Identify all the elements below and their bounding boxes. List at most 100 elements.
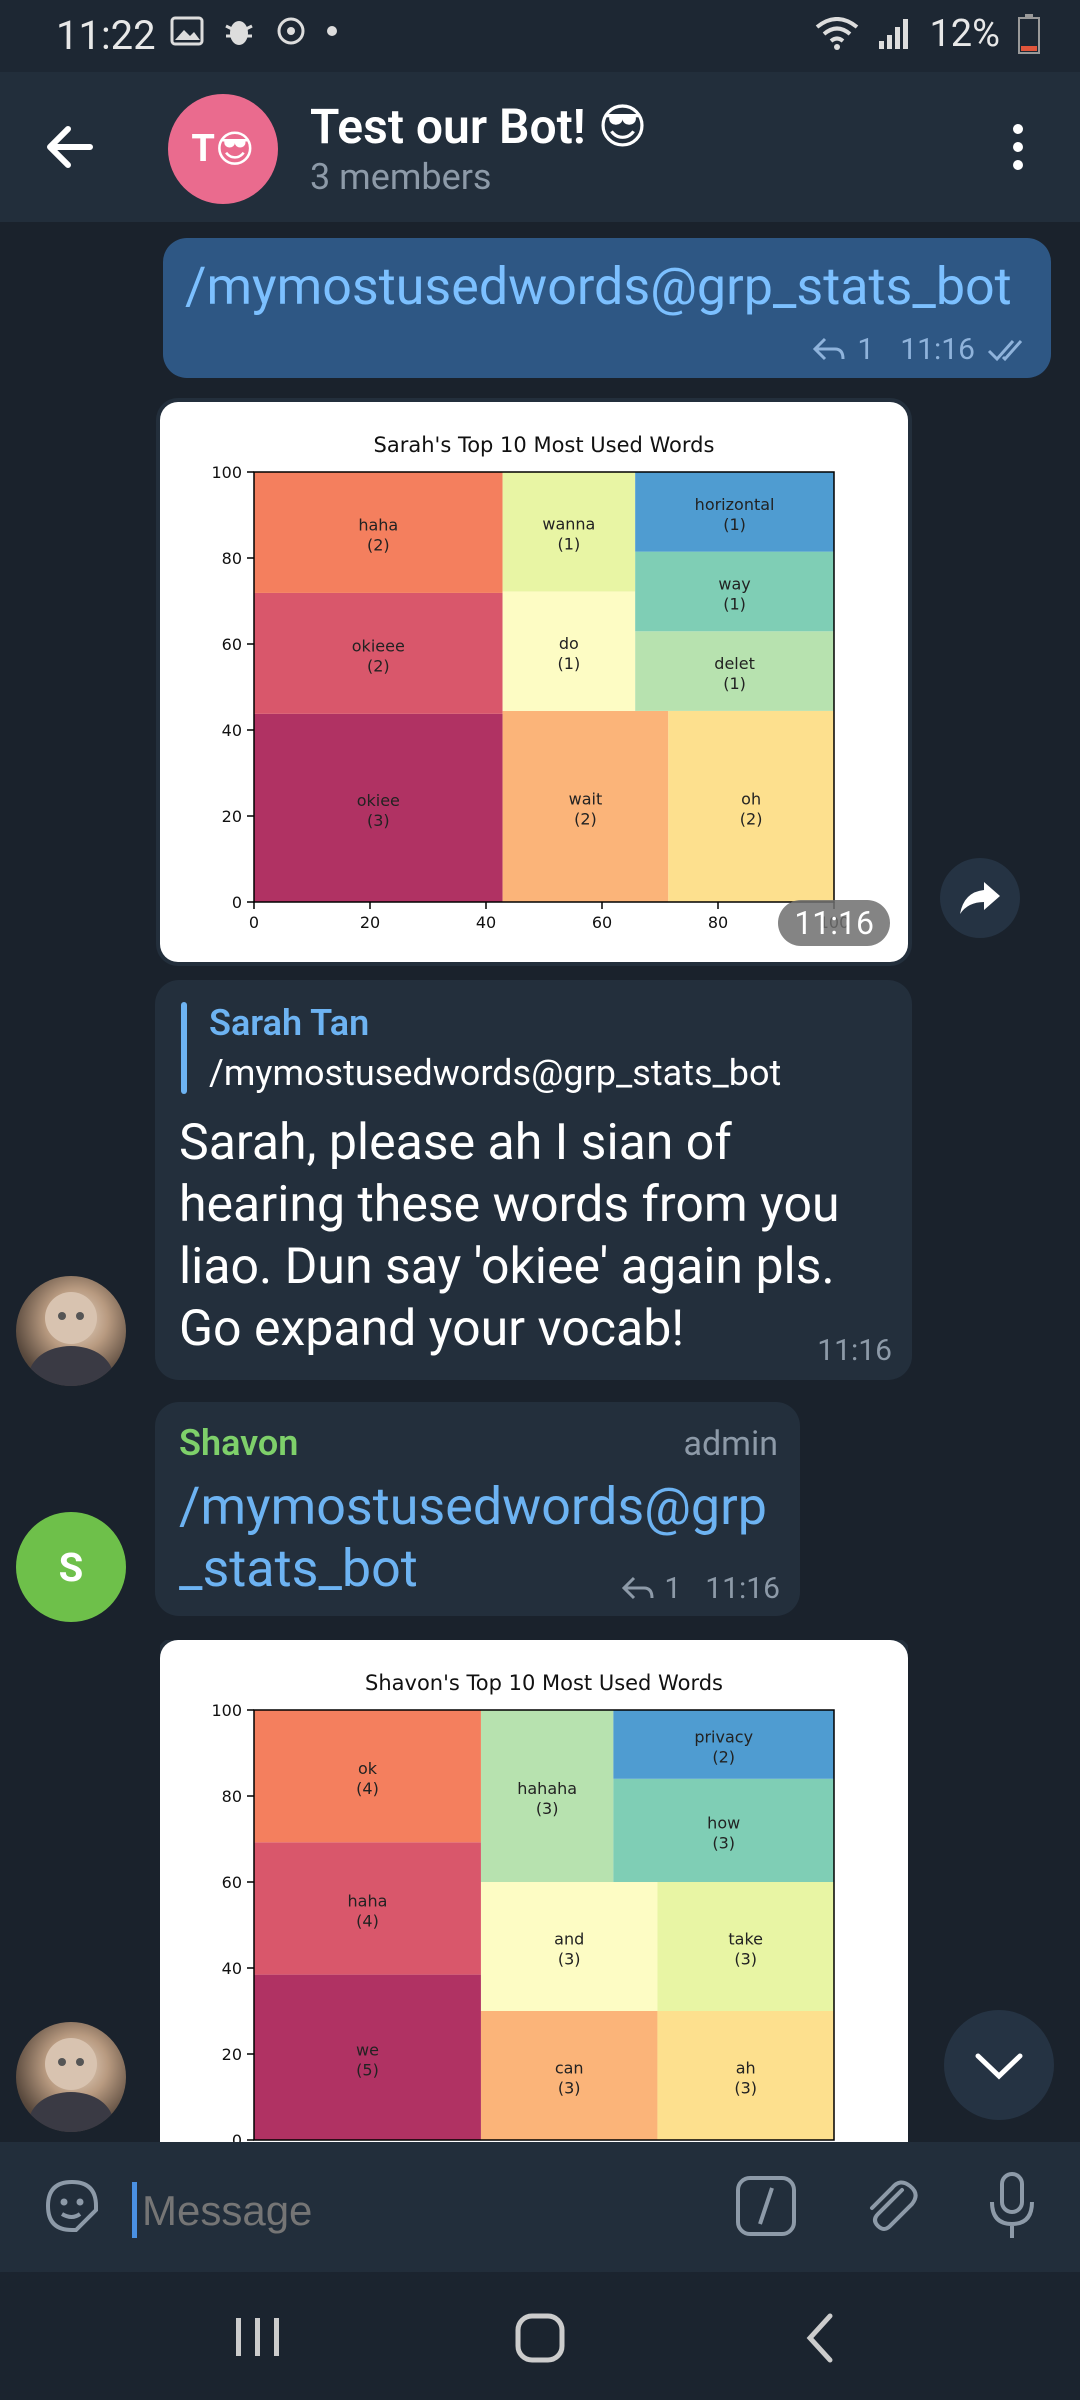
person-photo-icon (29, 1292, 113, 1386)
message-input[interactable] (140, 2172, 684, 2250)
message-outgoing[interactable]: /mymostusedwords@grp_stats_bot 1 11:16 (163, 238, 1051, 378)
sarah-treemap-chart: Sarah's Top 10 Most Used Words okiee(3) ok… (211, 433, 849, 932)
treemap-label-privacy: privacy (694, 1727, 753, 1746)
y-tick-label: 40 (222, 1959, 242, 1978)
sender-avatar-sarah[interactable] (16, 2022, 126, 2132)
treemap-label-horizontal: horizontal (695, 495, 775, 514)
sticker-smile-icon (45, 2179, 98, 2232)
sender-avatar-shavon[interactable]: S (16, 1512, 126, 1622)
treemap-count-okieee: (2) (367, 656, 390, 675)
y-tick-label: 80 (222, 549, 242, 568)
bot-commands-button[interactable] (734, 2174, 798, 2238)
status-time: 11:22 (56, 12, 156, 59)
voice-message-button[interactable] (980, 2170, 1044, 2242)
sync-icon (277, 17, 305, 45)
treemap-label-oh: oh (741, 789, 761, 808)
treemap-count-how: (3) (712, 1833, 735, 1852)
chart-image-message[interactable]: Sarah's Top 10 Most Used Words okiee (3) ok… (160, 402, 908, 962)
treemap-label-haha: haha (348, 1891, 388, 1910)
treemap-label-we: we (356, 2040, 379, 2059)
treemap-count-and: (3) (558, 1950, 581, 1969)
treemap-count-haha: (4) (356, 1911, 379, 1930)
chart-image-message[interactable]: Shavon's Top 10 Most Used Words we (5) haha… (160, 1640, 908, 2142)
arrow-left-icon (47, 126, 93, 168)
chevron-left-icon (806, 2313, 833, 2363)
sunglasses-emoji: 😎 (214, 127, 255, 172)
x-tick-label: 0 (249, 913, 259, 932)
sender-name[interactable]: Shavon (179, 1422, 298, 1464)
sticker-button[interactable] (40, 2174, 104, 2238)
treemap-label-ah: ah (736, 2059, 756, 2078)
back-button[interactable] (40, 117, 100, 177)
reply-count: 1 (664, 1571, 682, 1606)
treemap-label-okieee: okieee (352, 636, 405, 655)
image-icon (170, 16, 204, 46)
treemap-count-do: (1) (558, 654, 581, 673)
treemap-count-we: (5) (356, 2060, 379, 2079)
treemap-count-privacy: (2) (712, 1747, 735, 1766)
avatar-letter: S (58, 1543, 84, 1591)
y-tick-label: 60 (222, 635, 242, 654)
treemap-count-way: (1) (723, 594, 746, 613)
bot-command-link[interactable]: /mymostusedwords@grp_stats_bot (185, 256, 1012, 317)
microphone-icon (990, 2172, 1034, 2238)
message-incoming[interactable]: Sarah Tan /mymostusedwords@grp_stats_bot… (155, 980, 912, 1380)
message-input-bar (0, 2142, 1080, 2272)
treemap-label-wanna: wanna (542, 515, 595, 534)
treemap-label-way: way (718, 574, 750, 593)
chevron-down-icon (975, 2053, 1023, 2080)
treemap-count-okiee: (3) (367, 811, 390, 830)
attach-button[interactable] (858, 2174, 922, 2238)
chart-title: Sarah's Top 10 Most Used Words (374, 433, 715, 457)
treemap-count-oh: (2) (740, 809, 763, 828)
treemap-label-ok: ok (358, 1759, 378, 1778)
image-time-chip: 11:16 (778, 900, 890, 946)
recent-apps-button[interactable] (228, 2312, 288, 2362)
treemap-count-wait: (2) (574, 809, 597, 828)
treemap-count-horizontal: (1) (723, 515, 746, 534)
y-tick-label: 20 (222, 807, 242, 826)
double-check-icon (987, 339, 1023, 361)
reply-count: 1 (857, 332, 875, 367)
treemap-label-how: how (707, 1813, 740, 1832)
reply-icon (813, 337, 845, 360)
y-tick-label: 100 (211, 463, 242, 482)
message-time: 11:16 (705, 1571, 780, 1606)
battery-percent: 12% (929, 12, 1000, 56)
status-right: 12% (815, 12, 1040, 56)
back-nav-button[interactable] (796, 2308, 846, 2368)
y-tick-label: 60 (222, 1873, 242, 1892)
treemap-label-hahaha: hahaha (517, 1779, 577, 1798)
treemap-count-delet: (1) (723, 674, 746, 693)
x-tick-label: 40 (476, 913, 496, 932)
avatar-letter: T (191, 127, 215, 171)
reply-author[interactable]: Sarah Tan (209, 1002, 369, 1044)
paperclip-icon (870, 2180, 918, 2231)
chat-header: T 😎 Test our Bot! 😎 3 members (0, 72, 1080, 222)
input-cursor (132, 2182, 137, 2238)
sender-avatar-sarah[interactable] (16, 1276, 126, 1386)
x-tick-label: 80 (708, 913, 728, 932)
status-bar: 11:22 12% (0, 0, 1080, 72)
message-meta: 1 11:16 (622, 1571, 780, 1606)
chat-avatar[interactable]: T 😎 (168, 94, 278, 204)
treemap-count-haha: (2) (367, 535, 390, 554)
home-button[interactable] (510, 2308, 570, 2368)
wifi-icon (816, 17, 859, 50)
slash-command-icon (736, 2176, 796, 2236)
recents-icon (236, 2318, 279, 2356)
chat-member-count: 3 members (310, 156, 492, 198)
treemap-count-ah: (3) (734, 2079, 757, 2098)
share-arrow-icon (960, 882, 1000, 914)
chat-title[interactable]: Test our Bot! 😎 (310, 98, 648, 155)
y-tick-label: 40 (222, 721, 242, 740)
kebab-menu-icon (1013, 124, 1023, 170)
y-tick-label: 0 (232, 893, 242, 912)
scroll-down-button[interactable] (944, 2010, 1054, 2120)
y-tick-label: 80 (222, 1787, 242, 1806)
battery-icon (1018, 14, 1040, 54)
more-options-button[interactable] (1000, 117, 1036, 177)
x-tick-label: 20 (360, 913, 380, 932)
share-button[interactable] (940, 858, 1020, 938)
message-incoming[interactable]: Shavon admin /mymostusedwords@grp_stats_… (155, 1402, 800, 1616)
